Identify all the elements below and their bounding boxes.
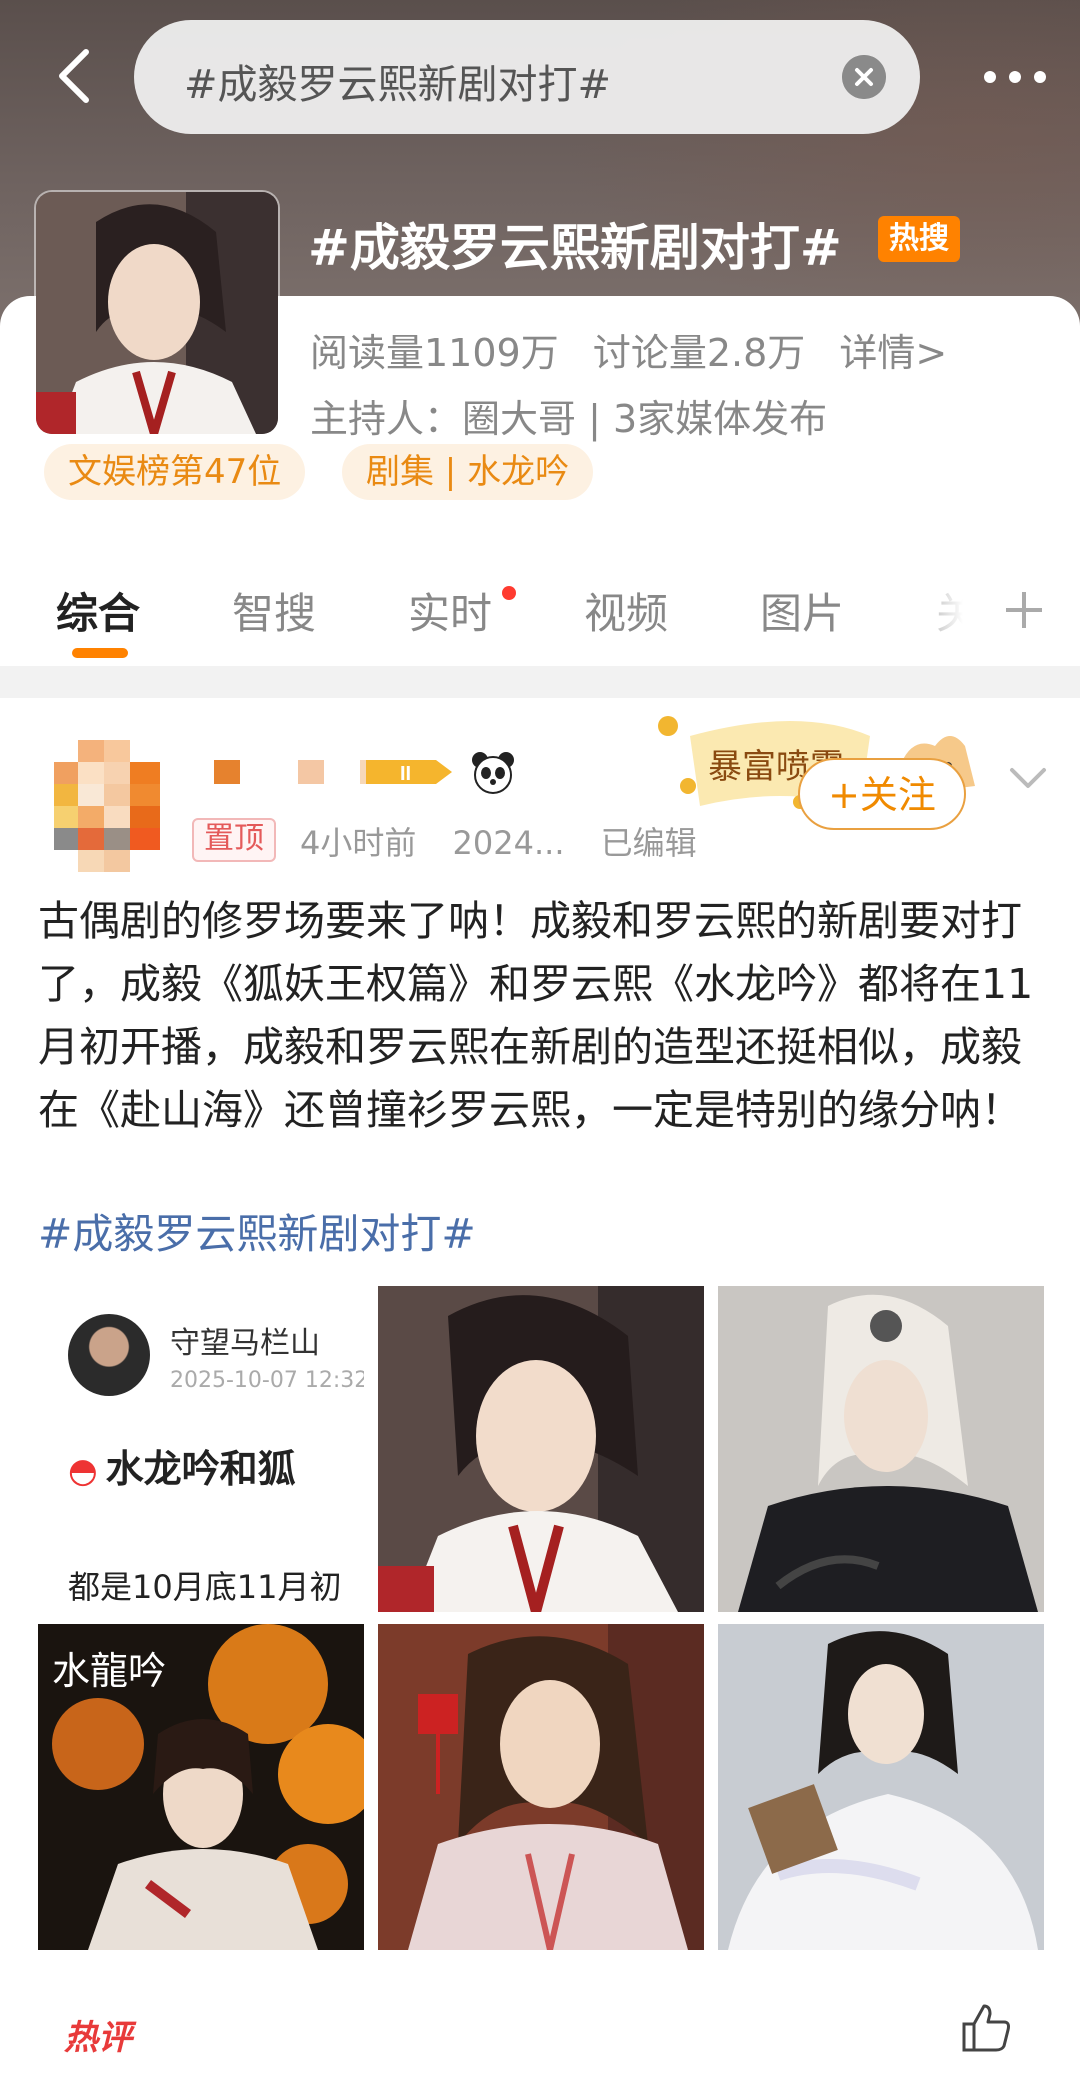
post-hashtag-link[interactable]: #成毅罗云熙新剧对打# bbox=[38, 1200, 476, 1260]
post-image-2[interactable] bbox=[378, 1286, 704, 1612]
more-options-icon[interactable] bbox=[980, 62, 1050, 92]
read-count: 阅读量1109万 bbox=[310, 331, 559, 375]
follow-button[interactable]: +关注 bbox=[798, 758, 966, 830]
tab-images[interactable]: 图片 bbox=[760, 580, 844, 641]
edited-label[interactable]: 已编辑 bbox=[601, 824, 697, 862]
embedded-title: ◓ 水龙吟和狐​ bbox=[68, 1438, 296, 1493]
host-info[interactable]: 主持人：圈大哥 | 3家媒体发布 bbox=[310, 388, 827, 443]
tab-fade bbox=[900, 570, 990, 660]
embedded-text-line: 都是10月底11月初 bbox=[68, 1568, 342, 1606]
panda-icon bbox=[472, 752, 514, 794]
hot-search-badge: 热搜 bbox=[878, 216, 960, 262]
post-date: 2024... bbox=[452, 824, 565, 862]
tab-video[interactable]: 视频 bbox=[584, 580, 668, 641]
thumbs-up-icon[interactable] bbox=[958, 2000, 1014, 2056]
post-image-5[interactable] bbox=[378, 1624, 704, 1950]
hot-comment-label[interactable]: 热评 bbox=[64, 2010, 150, 2060]
tab-bar: 综合 智搜 实时 视频 图片 关 bbox=[0, 570, 1080, 670]
ranking-tag[interactable]: 文娱榜第47位 bbox=[44, 444, 306, 500]
add-tab-icon[interactable] bbox=[1000, 586, 1048, 634]
topic-stats: 阅读量1109万 讨论量2.8万 详情> bbox=[310, 322, 969, 377]
tab-comprehensive[interactable]: 综合 bbox=[56, 580, 140, 641]
pinned-badge: 置顶 bbox=[192, 818, 276, 862]
details-link[interactable]: 详情> bbox=[839, 331, 947, 375]
embedded-username: 守望马栏山 bbox=[170, 1326, 320, 1361]
watermelon-icon: ◓ bbox=[68, 1451, 98, 1491]
post-text: 古偶剧的修罗场要来了呐！成毅和罗云熙的新剧要对打了，成毅《狐妖王权篇》和罗云熙《… bbox=[38, 897, 1034, 1134]
tab-smart-search[interactable]: 智搜 bbox=[232, 580, 316, 641]
embedded-avatar bbox=[68, 1314, 150, 1396]
post-image-3[interactable] bbox=[718, 1286, 1044, 1612]
embedded-date: 2025-10-07 12:32 bbox=[170, 1368, 364, 1393]
svg-text:II: II bbox=[400, 763, 411, 785]
tab-realtime[interactable]: 实时 bbox=[408, 580, 492, 641]
search-query-text: #成毅罗云熙新剧对打# bbox=[184, 62, 612, 108]
discussion-count: 讨论量2.8万 bbox=[592, 331, 806, 375]
post-image-6[interactable] bbox=[718, 1624, 1044, 1950]
back-arrow-icon[interactable] bbox=[46, 46, 106, 106]
post-image-4[interactable]: 水龍吟 bbox=[38, 1624, 364, 1950]
section-divider bbox=[0, 666, 1080, 698]
topic-title: #成毅罗云熙新剧对打# bbox=[308, 219, 842, 277]
post-image-1-screenshot[interactable]: 守望马栏山 2025-10-07 12:32 ◓ 水龙吟和狐​ 都是10月底11月… bbox=[38, 1286, 364, 1612]
active-tab-indicator bbox=[72, 648, 128, 658]
avatar[interactable] bbox=[54, 740, 164, 874]
drama-tag[interactable]: 剧集 | 水龙吟 bbox=[342, 444, 594, 500]
clear-icon[interactable] bbox=[842, 55, 886, 99]
chevron-down-icon[interactable] bbox=[1006, 756, 1050, 800]
poster-title: 水龍吟 bbox=[52, 1649, 166, 1693]
topic-cover-image[interactable] bbox=[36, 192, 278, 434]
post-time-ago: 4小时前 bbox=[300, 824, 417, 862]
embedded-title-text: 水龙吟和狐​ bbox=[105, 1447, 296, 1491]
vip-level-icon: II bbox=[366, 760, 452, 785]
search-input[interactable]: #成毅罗云熙新剧对打# bbox=[134, 20, 920, 134]
new-content-dot bbox=[502, 586, 516, 600]
